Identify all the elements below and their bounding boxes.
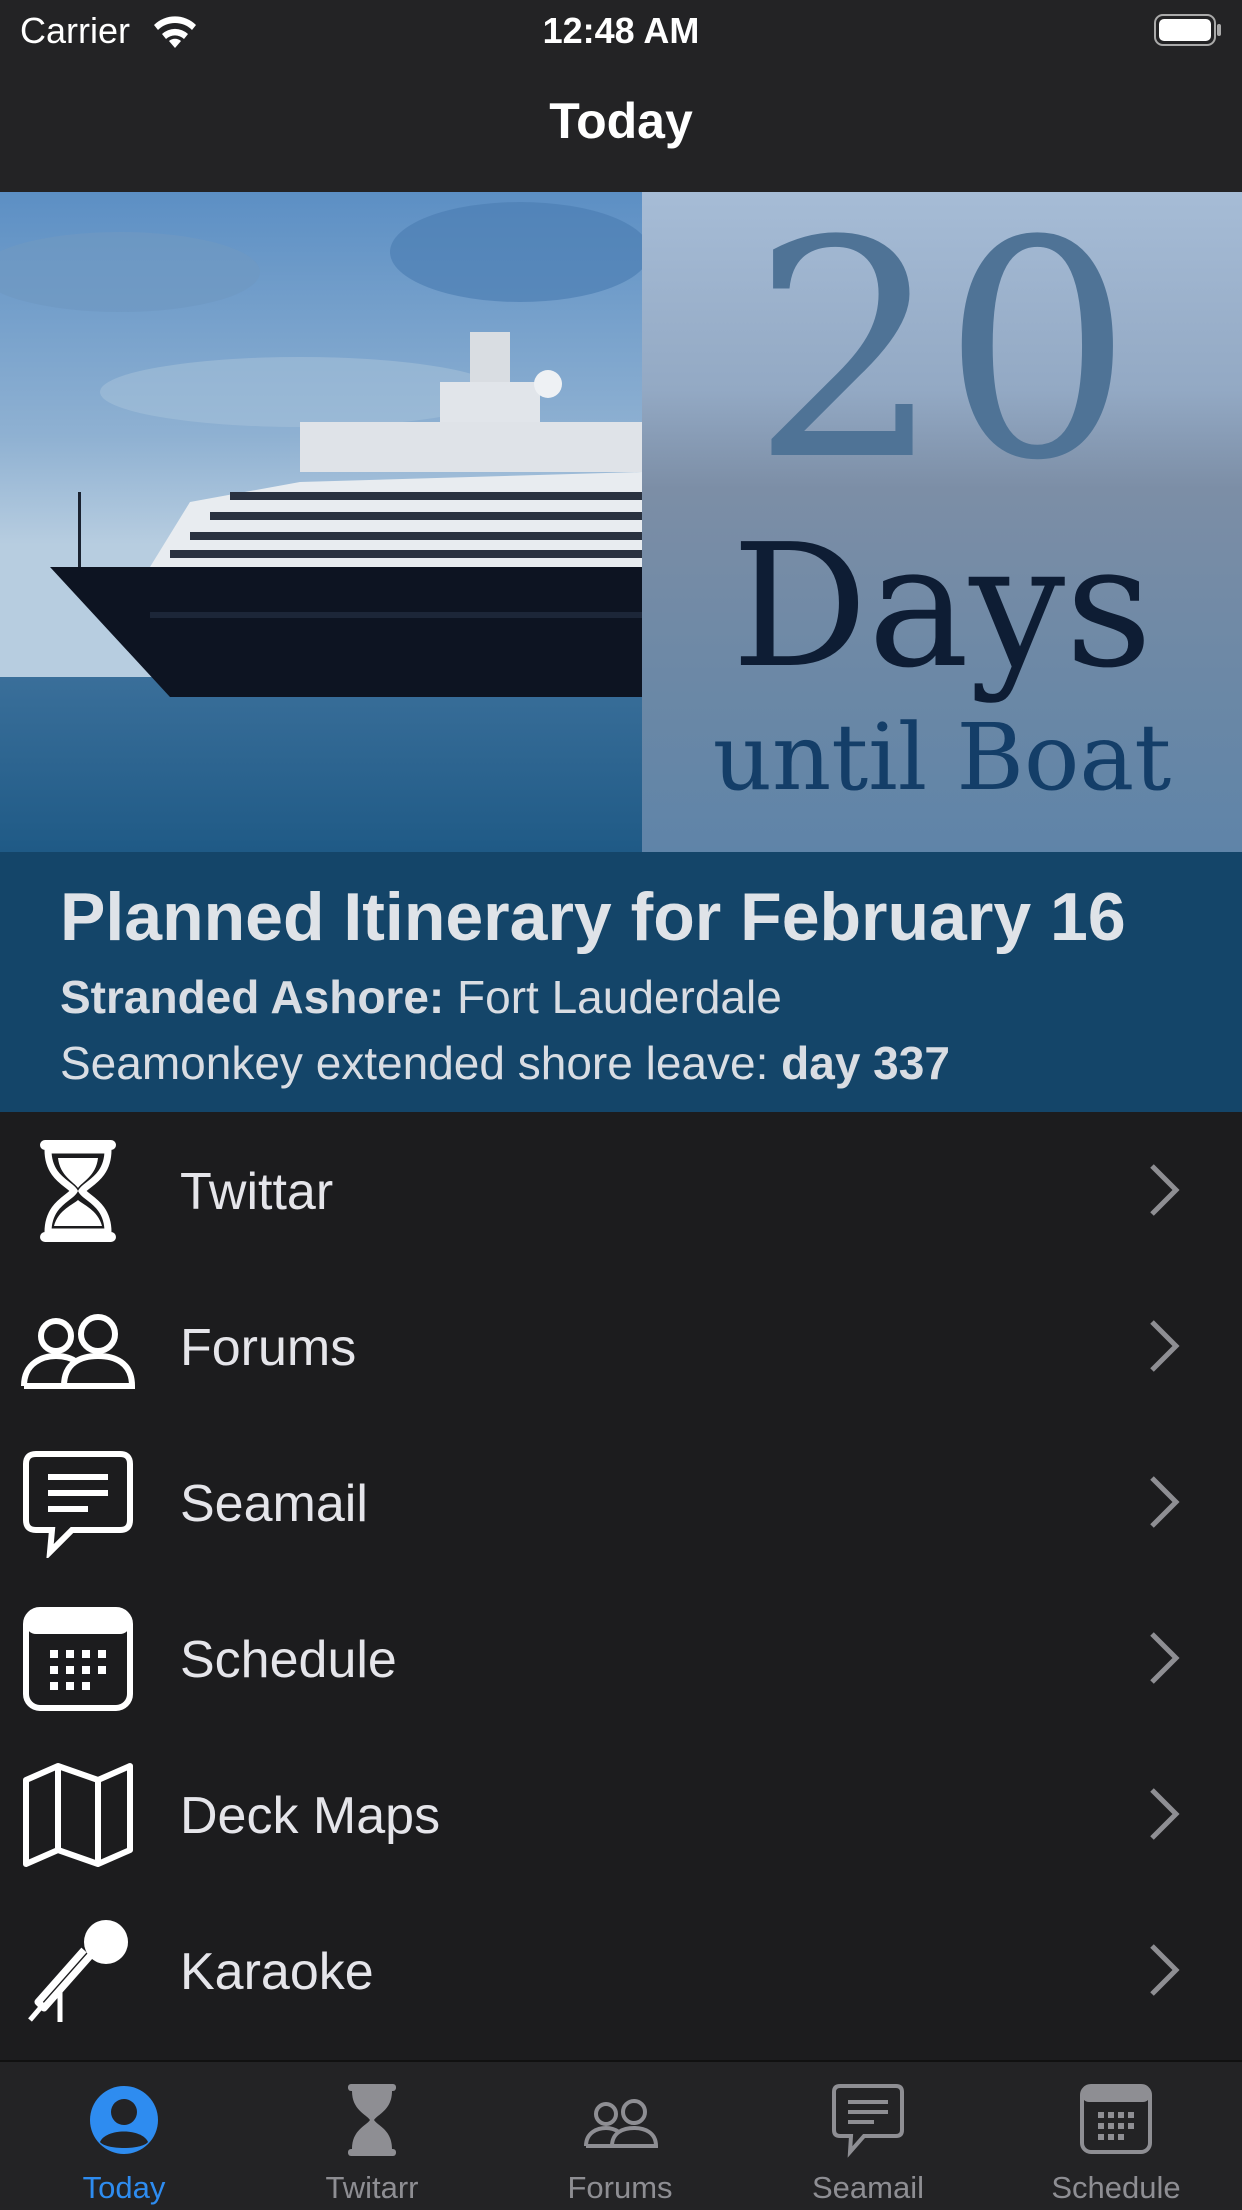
- tab-label: Seamail: [812, 2170, 924, 2205]
- menu-item-label: Twittar: [180, 1163, 334, 1221]
- menu-item-seamail[interactable]: Seamail: [0, 1424, 1242, 1580]
- stranded-line: Stranded Ashore: Fort Lauderdale: [60, 970, 782, 1024]
- countdown-unit: Days: [731, 508, 1153, 706]
- itinerary-title: Planned Itinerary for February 16: [60, 879, 1126, 955]
- tab-label: Schedule: [1051, 2170, 1181, 2205]
- shore-leave-line: Seamonkey extended shore leave: day 337: [60, 1036, 950, 1090]
- tab-seamail[interactable]: Seamail: [744, 2062, 992, 2210]
- chevron-right-icon: [1150, 1944, 1180, 1996]
- person-circle-icon: [90, 2086, 158, 2154]
- menu-item-label: Deck Maps: [180, 1787, 441, 1845]
- tab-label: Today: [82, 2170, 166, 2205]
- chevron-right-icon: [1150, 1788, 1180, 1840]
- shore-leave-label: Seamonkey extended shore leave:: [60, 1037, 769, 1089]
- menu-item-karaoke[interactable]: Karaoke: [0, 1892, 1242, 2048]
- countdown-suffix: until Boat: [712, 704, 1172, 811]
- shore-leave-value: day 337: [781, 1037, 950, 1089]
- chevron-right-icon: [1150, 1320, 1180, 1372]
- navigation-bar: Today: [0, 62, 1242, 194]
- battery-icon: [1154, 14, 1221, 46]
- menu-item-schedule[interactable]: Schedule: [0, 1580, 1242, 1736]
- cruise-ship-photo: [0, 192, 642, 852]
- page-title: Today: [549, 93, 693, 149]
- tab-forums[interactable]: Forums: [496, 2062, 744, 2210]
- stranded-label: Stranded Ashore:: [60, 971, 445, 1023]
- chevron-right-icon: [1150, 1476, 1180, 1528]
- menu-item-label: Karaoke: [180, 1943, 374, 2001]
- countdown-number: 20: [751, 192, 1133, 526]
- status-bar: Carrier 12:48 AM: [0, 0, 1242, 62]
- chat-bubble-icon: [832, 2084, 904, 2158]
- countdown-panel: 20 Days until Boat: [642, 192, 1242, 852]
- chevron-right-icon: [1150, 1164, 1180, 1216]
- tab-bar: Today Twitarr Forums Seamail Schedule: [0, 2060, 1242, 2210]
- map-icon: [23, 1763, 133, 1867]
- people-icon: [21, 1314, 136, 1389]
- clock: 12:48 AM: [542, 10, 700, 51]
- menu-item-label: Forums: [180, 1319, 357, 1377]
- tab-twitarr[interactable]: Twitarr: [248, 2062, 496, 2210]
- menu-item-deck-maps[interactable]: Deck Maps: [0, 1736, 1242, 1892]
- hourglass-icon: [348, 2084, 396, 2156]
- stranded-value: Fort Lauderdale: [457, 971, 782, 1023]
- tab-today[interactable]: Today: [0, 2062, 248, 2210]
- microphone-icon: [28, 1920, 128, 2022]
- menu-item-label: Schedule: [180, 1631, 397, 1689]
- chevron-right-icon: [1150, 1632, 1180, 1684]
- calendar-icon: [1080, 2084, 1152, 2154]
- countdown-banner: 20 Days until Boat: [0, 192, 1242, 852]
- menu-item-label: Seamail: [180, 1475, 368, 1533]
- hourglass-icon: [40, 1140, 116, 1242]
- itinerary-card: Planned Itinerary for February 16 Strand…: [0, 852, 1242, 1112]
- today-menu: Twittar Forums Seamail Schedule Deck Map…: [0, 1112, 1242, 2048]
- menu-item-forums[interactable]: Forums: [0, 1268, 1242, 1424]
- tab-label: Forums: [567, 2170, 673, 2205]
- chat-bubble-icon: [23, 1451, 133, 1558]
- tab-schedule[interactable]: Schedule: [992, 2062, 1240, 2210]
- menu-item-twittar[interactable]: Twittar: [0, 1112, 1242, 1268]
- tab-label: Twitarr: [325, 2170, 419, 2205]
- people-icon: [584, 2099, 658, 2148]
- calendar-icon: [23, 1607, 133, 1711]
